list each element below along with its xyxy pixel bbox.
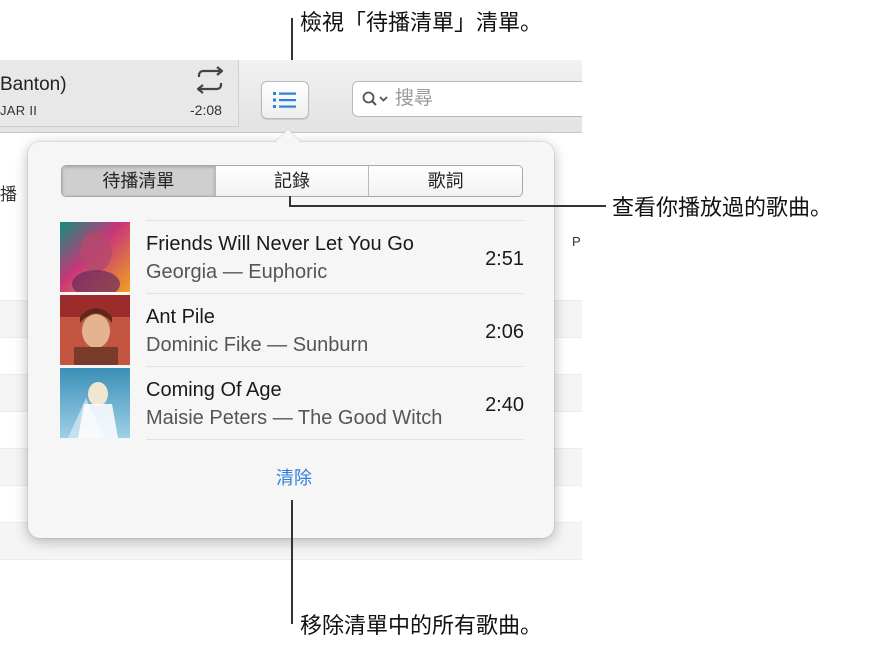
track-title: Coming Of Age [146, 379, 282, 401]
row-separator [146, 366, 524, 367]
column-header-partial: 播 [0, 185, 17, 204]
row-separator [146, 293, 524, 294]
track-row[interactable]: Friends Will Never Let You Go Georgia — … [60, 220, 524, 293]
album-art-sunburn [60, 295, 130, 365]
track-row[interactable]: Coming Of Age Maisie Peters — The Good W… [60, 366, 524, 439]
track-title: Friends Will Never Let You Go [146, 233, 414, 255]
tab-up-next[interactable]: 待播清單 [62, 166, 215, 196]
callout-clear: 移除清單中的所有歌曲。 [300, 613, 543, 638]
screenshot-stage: 檢視「待播清單」清單。 Banton) JAR II -2:08 搜尋 播 P … [0, 0, 896, 649]
track-duration: 2:06 [485, 321, 524, 343]
row-separator [146, 220, 524, 221]
search-field[interactable] [352, 81, 582, 117]
now-playing-subtitle: JAR II [0, 103, 38, 118]
track-duration: 2:51 [485, 248, 524, 270]
callout-history: 查看你播放過的歌曲。 [612, 195, 833, 220]
search-icon [362, 91, 388, 106]
up-next-button[interactable] [261, 81, 309, 119]
callout-line-history [289, 205, 606, 207]
popover-tabs: 待播清單 記錄 歌詞 [61, 165, 523, 197]
album-art-euphoric [60, 222, 130, 292]
now-playing-title: Banton) [0, 74, 67, 95]
track-artist-album: Dominic Fike — Sunburn [146, 334, 369, 356]
popover-arrow [274, 129, 302, 143]
up-next-track-list: Friends Will Never Let You Go Georgia — … [60, 220, 524, 439]
track-artist-album: Georgia — Euphoric [146, 261, 328, 283]
callout-queue: 檢視「待播清單」清單。 [300, 10, 543, 35]
track-duration: 2:40 [485, 394, 524, 416]
album-art-the-good-witch [60, 368, 130, 438]
time-remaining: -2:08 [190, 102, 222, 118]
up-next-popover: 待播清單 記錄 歌詞 Friends Will Never Let You Go… [28, 142, 554, 538]
track-artist-album: Maisie Peters — The Good Witch [146, 407, 443, 429]
clear-button[interactable]: 清除 [254, 464, 334, 490]
now-playing-card[interactable]: Banton) JAR II -2:08 [0, 60, 239, 127]
track-title: Ant Pile [146, 306, 215, 328]
tab-lyrics[interactable]: 歌詞 [368, 166, 522, 196]
callout-line-clear [291, 500, 293, 624]
search-input[interactable] [395, 87, 575, 111]
toolbar: Banton) JAR II -2:08 [0, 60, 582, 133]
track-row[interactable]: Ant Pile Dominic Fike — Sunburn 2:06 [60, 293, 524, 366]
tab-history[interactable]: 記錄 [214, 166, 369, 196]
up-next-list-icon [273, 92, 296, 108]
repeat-icon[interactable] [193, 66, 227, 94]
column-header-p: P [572, 234, 581, 249]
list-end-separator [146, 439, 524, 440]
